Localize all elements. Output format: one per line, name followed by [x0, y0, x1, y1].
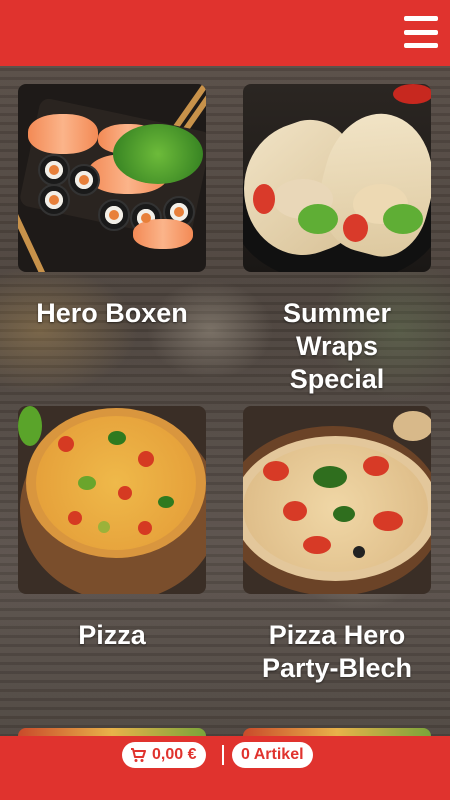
category-label[interactable]: Pizza Hero Party-Blech	[243, 619, 431, 685]
footer-separator	[222, 745, 224, 765]
category-card-pizza[interactable]: Pizza	[18, 406, 206, 652]
app-header	[0, 0, 450, 66]
sushi-platter-image[interactable]	[18, 84, 206, 272]
party-pizza-image[interactable]	[243, 406, 431, 594]
pizza-image[interactable]	[18, 406, 206, 594]
category-label[interactable]: Hero Boxen	[18, 297, 206, 330]
cart-items-button[interactable]: 0 Artikel	[232, 742, 313, 768]
hamburger-menu-icon[interactable]	[404, 16, 438, 48]
category-label[interactable]: Summer Wraps Special	[243, 297, 431, 396]
category-label[interactable]: Pizza	[18, 619, 206, 652]
category-card-party-pizza[interactable]: Pizza Hero Party-Blech	[243, 406, 431, 685]
category-card-hero-boxen[interactable]: Hero Boxen	[18, 84, 206, 330]
cart-item-count: 0 Artikel	[241, 746, 304, 763]
cart-total-button[interactable]: 0,00 €	[122, 742, 207, 768]
cart-footer: 0,00 € 0 Artikel	[0, 736, 450, 800]
cart-total: 0,00 €	[152, 746, 197, 763]
category-card-summer-wraps[interactable]: Summer Wraps Special	[243, 84, 431, 396]
shopping-cart-icon	[131, 748, 146, 762]
chicken-wraps-image[interactable]	[243, 84, 431, 272]
